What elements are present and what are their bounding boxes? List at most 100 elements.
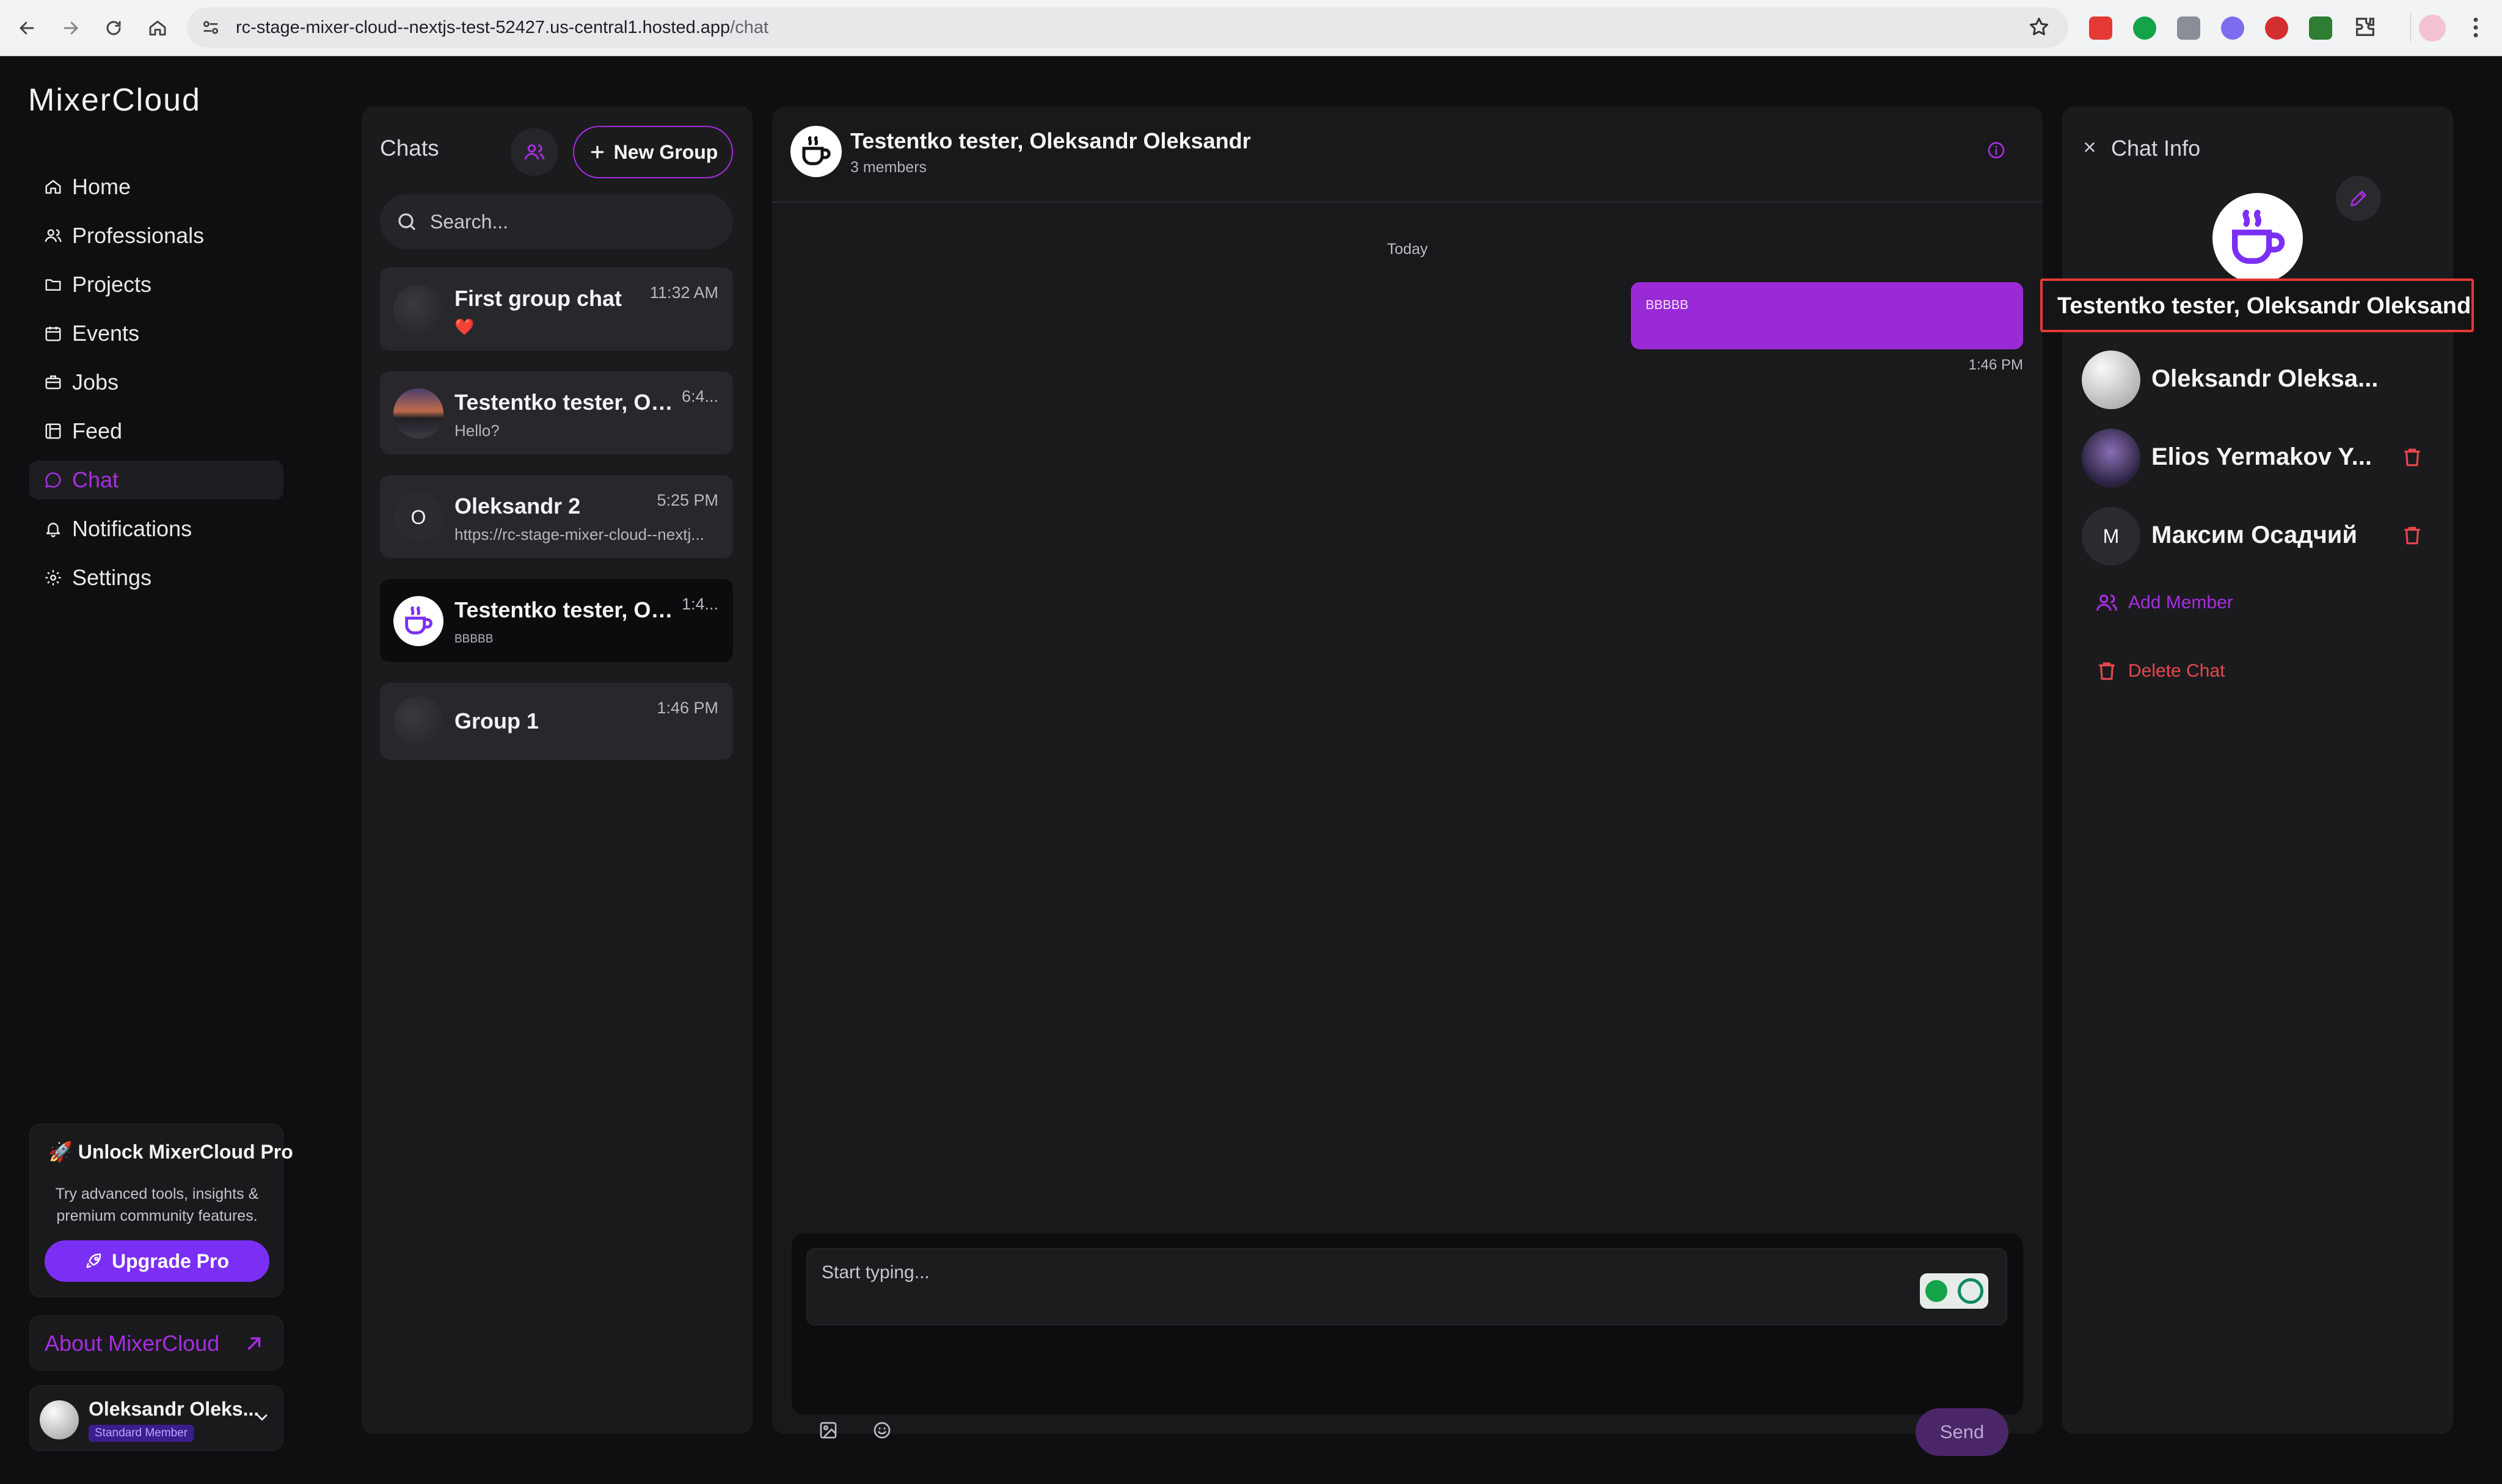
about-mixercloud-link[interactable]: About MixerCloud — [29, 1315, 283, 1370]
browser-toolbar: rc-stage-mixer-cloud--nextjs-test-52427.… — [0, 0, 2502, 56]
user-profile-menu[interactable]: Oleksandr Oleks... Standard Member — [29, 1385, 283, 1451]
chat-name: Oleksandr 2 — [454, 493, 580, 519]
search-placeholder: Search... — [430, 211, 508, 233]
member-item[interactable]: Oleksandr Oleksa... — [2082, 351, 2424, 409]
nav-label: Notifications — [72, 516, 192, 542]
profile-avatar[interactable] — [2419, 15, 2446, 42]
chat-preview: BBBBB — [454, 633, 493, 646]
coffee-cup-icon — [393, 596, 443, 646]
info-icon[interactable] — [1986, 140, 2006, 160]
conversation-title: Testentko tester, Oleksandr Oleksandr — [850, 128, 1251, 154]
nav-label: Events — [72, 321, 139, 346]
chat-preview: https://rc-stage-mixer-cloud--nextj... — [454, 525, 704, 544]
message-placeholder: Start typing... — [822, 1262, 930, 1283]
chat-preview: Hello? — [454, 421, 500, 440]
camera-extension-icon[interactable] — [2177, 16, 2200, 40]
briefcase-icon — [44, 373, 62, 391]
chat-list-item-selected[interactable]: Testentko tester, Olek... BBBBB 1:4... — [380, 579, 733, 662]
nav-item-professionals[interactable]: Professionals — [29, 216, 283, 255]
contacts-button[interactable] — [511, 128, 558, 176]
nav-item-home[interactable]: Home — [29, 167, 283, 206]
chat-name-input[interactable]: Testentko tester, Oleksandr Oleksandr — [2040, 278, 2474, 332]
browser-menu-icon[interactable] — [2471, 16, 2480, 39]
app-logo[interactable]: MixerCloud — [28, 82, 201, 118]
new-group-button[interactable]: New Group — [573, 126, 733, 178]
nav-item-jobs[interactable]: Jobs — [29, 363, 283, 402]
nav-label: Chat — [72, 467, 119, 493]
edit-pencil-icon[interactable] — [2336, 176, 2381, 221]
chat-time: 1:46 PM — [657, 699, 718, 718]
bell-icon — [44, 520, 62, 538]
message-input[interactable]: Start typing... — [806, 1248, 2007, 1325]
extension-icon[interactable] — [2221, 16, 2244, 40]
member-name: Максим Осадчий — [2151, 522, 2357, 549]
chat-info-title: Chat Info — [2111, 136, 2200, 161]
image-upload-icon[interactable] — [819, 1420, 838, 1440]
grammarly-extension-icon[interactable] — [2133, 16, 2156, 40]
extension-icon[interactable] — [2309, 16, 2332, 40]
message-bubble[interactable]: BBBBB — [1631, 282, 2023, 349]
site-settings-icon[interactable] — [200, 17, 221, 38]
extension-icon[interactable] — [2265, 16, 2288, 40]
users-icon — [523, 141, 545, 163]
avatar — [40, 1400, 79, 1439]
coffee-cup-icon — [2212, 193, 2303, 283]
remove-member-trash-icon[interactable] — [2401, 446, 2424, 469]
nav-item-settings[interactable]: Settings — [29, 558, 283, 597]
avatar — [2082, 351, 2140, 409]
nav-item-events[interactable]: Events — [29, 314, 283, 353]
puzzle-extensions-icon[interactable] — [2353, 15, 2377, 39]
calendar-icon — [44, 324, 62, 343]
folder-icon — [44, 275, 62, 294]
delete-chat-button[interactable]: Delete Chat — [2095, 660, 2225, 683]
address-bar[interactable]: rc-stage-mixer-cloud--nextjs-test-52427.… — [187, 7, 2068, 48]
toolbar-divider — [2410, 13, 2411, 42]
forward-icon[interactable] — [53, 10, 89, 46]
chat-time: 1:4... — [682, 595, 718, 614]
gear-icon — [44, 569, 62, 587]
chat-icon — [44, 471, 62, 489]
chat-list-item[interactable]: First group chat ❤️ 11:32 AM — [380, 267, 733, 351]
avatar: O — [393, 492, 443, 542]
chat-name: Testentko tester, Olek... — [454, 390, 674, 415]
chat-list-item[interactable]: Testentko tester, Olek... Hello? 6:4... — [380, 371, 733, 454]
reload-icon[interactable] — [95, 10, 132, 46]
search-icon — [396, 211, 418, 233]
member-item[interactable]: M Максим Осадчий — [2082, 507, 2424, 566]
home-icon[interactable] — [139, 10, 176, 46]
nav-item-notifications[interactable]: Notifications — [29, 509, 283, 548]
member-item[interactable]: Elios Yermakov Y... — [2082, 429, 2424, 487]
bookmark-star-icon[interactable] — [2028, 16, 2050, 38]
search-input[interactable]: Search... — [380, 194, 733, 249]
upgrade-pro-button[interactable]: Upgrade Pro — [45, 1240, 269, 1282]
chat-list-item[interactable]: Group 1 1:46 PM — [380, 683, 733, 760]
nav-item-chat[interactable]: Chat — [29, 460, 283, 500]
arrow-up-right-icon — [244, 1333, 264, 1354]
pro-promo-card: 🚀 Unlock MixerCloud Pro Try advanced too… — [29, 1124, 283, 1297]
message-time: 1:46 PM — [1955, 357, 2023, 374]
app-root: MixerCloud Home Professionals Projects E… — [0, 56, 2502, 1484]
nav-label: Projects — [72, 272, 151, 297]
chat-name: First group chat — [454, 286, 622, 311]
add-member-button[interactable]: Add Member — [2095, 591, 2233, 614]
user-name: Oleksandr Oleks... — [89, 1398, 259, 1420]
back-icon[interactable] — [9, 10, 45, 46]
emoji-icon[interactable] — [872, 1420, 892, 1440]
promo-description: Try advanced tools, insights & premium c… — [30, 1183, 284, 1227]
url-path: /chat — [730, 18, 768, 38]
url-domain: rc-stage-mixer-cloud--nextjs-test-52427.… — [236, 18, 730, 38]
nav-item-feed[interactable]: Feed — [29, 412, 283, 451]
remove-member-trash-icon[interactable] — [2401, 524, 2424, 547]
grammarly-icon[interactable] — [1920, 1273, 1988, 1309]
nav-label: Feed — [72, 418, 122, 444]
day-separator: Today — [772, 241, 2043, 258]
close-icon[interactable] — [2082, 139, 2098, 155]
chat-list-item[interactable]: O Oleksandr 2 https://rc-stage-mixer-clo… — [380, 475, 733, 558]
chat-time: 5:25 PM — [657, 491, 718, 510]
nav-label: Jobs — [72, 369, 119, 395]
group-avatar — [393, 285, 443, 335]
avatar — [393, 388, 443, 438]
extension-icon[interactable] — [2089, 16, 2112, 40]
nav-item-projects[interactable]: Projects — [29, 265, 283, 304]
send-button[interactable]: Send — [1916, 1408, 2008, 1456]
